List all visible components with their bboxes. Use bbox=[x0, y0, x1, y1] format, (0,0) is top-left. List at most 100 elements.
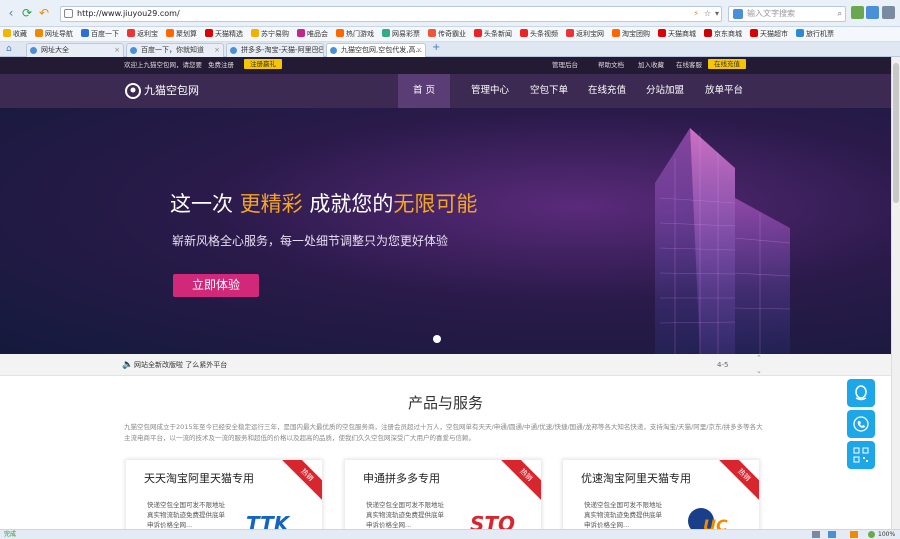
star-icon[interactable]: ☆ bbox=[704, 7, 711, 21]
hot-badge: 热销 bbox=[717, 460, 759, 502]
headline-part-3: 成就您的 bbox=[309, 192, 394, 216]
tab-0[interactable]: 网址大全 × bbox=[26, 43, 124, 57]
back-icon[interactable]: ‹ bbox=[4, 6, 18, 20]
bookmark-item[interactable]: 百度一下 bbox=[78, 27, 124, 41]
close-icon[interactable]: × bbox=[214, 44, 220, 57]
address-bar[interactable]: http://www.jiuyou29.com/ ⚡ ☆ ▾ bbox=[60, 6, 722, 22]
product-card-ttk[interactable]: 天天淘宝阿里天猫专用 快递空包全国可发不限地址 真实物流轨迹免费提供底单 申诉价… bbox=[125, 459, 323, 539]
notification-icon[interactable] bbox=[850, 531, 858, 538]
bookmark-item[interactable]: 旅行机票 bbox=[793, 27, 839, 41]
bookmark-item[interactable]: 头条视频 bbox=[517, 27, 563, 41]
bookmark-item[interactable]: 苏宁易购 bbox=[248, 27, 294, 41]
grid-icon[interactable] bbox=[866, 6, 879, 19]
register-button[interactable]: 注册赢礼 bbox=[244, 59, 282, 69]
tab-1[interactable]: 百度一下，你就知道 × bbox=[126, 43, 224, 57]
speaker-icon[interactable] bbox=[812, 531, 820, 538]
tab-favicon bbox=[330, 47, 337, 54]
bookmark-favicon-icon bbox=[428, 29, 436, 37]
tab-2[interactable]: 拼多多-淘宝-天猫-阿里巴巴 × bbox=[226, 43, 324, 57]
bookmark-favicon-icon bbox=[81, 29, 89, 37]
bookmark-favicon-icon bbox=[566, 29, 574, 37]
support-link[interactable]: 在线客服 bbox=[676, 57, 702, 74]
nav-franchise[interactable]: 分站加盟 bbox=[637, 74, 693, 108]
close-icon[interactable]: × bbox=[314, 44, 320, 57]
admin-link[interactable]: 管理后台 bbox=[552, 57, 578, 74]
bookmark-item[interactable]: 返利宝网 bbox=[563, 27, 609, 41]
card-title: 优速淘宝阿里天猫专用 bbox=[581, 472, 691, 485]
zoom-level[interactable]: 100% bbox=[878, 530, 895, 539]
headline-part-1: 这一次 bbox=[170, 192, 233, 216]
url-text: http://www.jiuyou29.com/ bbox=[77, 9, 180, 18]
search-icon[interactable]: ⌕ bbox=[838, 7, 842, 21]
qq-button[interactable] bbox=[847, 379, 875, 407]
nav-home[interactable]: 首 页 bbox=[398, 74, 450, 108]
notice-text[interactable]: 网站全新改版啦 了么紧外平台 bbox=[134, 354, 227, 376]
nav-recharge[interactable]: 在线充值 bbox=[579, 74, 635, 108]
nav-platform[interactable]: 放单平台 bbox=[696, 74, 752, 108]
tabs-bar: ⌂ 网址大全 × 百度一下，你就知道 × 拼多多-淘宝-天猫-阿里巴巴 × 九猫空包网… bbox=[0, 42, 900, 57]
undo-icon[interactable]: ↶ bbox=[37, 6, 51, 20]
recharge-button[interactable]: 在线充值 bbox=[708, 59, 746, 69]
product-card-uc[interactable]: 优速淘宝阿里天猫专用 快递空包全国可发不限地址 真实物流轨迹免费提供底单 申诉价… bbox=[562, 459, 760, 539]
refresh-icon[interactable]: ⟳ bbox=[20, 6, 34, 20]
bookmark-favicon-icon bbox=[796, 29, 804, 37]
side-float-panel bbox=[847, 379, 875, 472]
qrcode-button[interactable] bbox=[847, 441, 875, 469]
download-icon[interactable] bbox=[828, 531, 836, 538]
menu-icon[interactable] bbox=[882, 6, 895, 19]
bookmark-item[interactable]: 网址导航 bbox=[32, 27, 78, 41]
lightning-icon[interactable]: ⚡ bbox=[693, 7, 699, 21]
bookmark-favicon-icon bbox=[35, 29, 43, 37]
page-icon bbox=[64, 9, 73, 18]
close-icon[interactable]: × bbox=[114, 44, 120, 57]
zoom-icon[interactable] bbox=[868, 531, 875, 538]
qrcode-icon bbox=[853, 447, 869, 463]
page-scrollbar[interactable] bbox=[891, 57, 900, 529]
scrollbar-thumb[interactable] bbox=[893, 63, 899, 203]
bookmark-item[interactable]: 聚划算 bbox=[163, 27, 202, 41]
nav-order[interactable]: 空包下单 bbox=[521, 74, 577, 108]
tab-favicon bbox=[30, 47, 37, 54]
close-icon[interactable]: × bbox=[416, 44, 422, 57]
hero-subtitle: 崭新风格全心服务，每一处细节调整只为您更好体验 bbox=[172, 234, 449, 248]
carousel-dot[interactable] bbox=[433, 335, 441, 343]
browser-toolbar: ‹ ⟳ ↶ http://www.jiuyou29.com/ ⚡ ☆ ▾ 输入文… bbox=[0, 0, 900, 27]
hero-banner: 这一次 更精彩 成就您的无限可能 崭新风格全心服务，每一处细节调整只为您更好体验… bbox=[0, 108, 891, 354]
building-illustration bbox=[655, 128, 791, 354]
bookmark-item[interactable]: 唯品会 bbox=[294, 27, 333, 41]
home-icon[interactable]: ⌂ bbox=[6, 44, 16, 54]
bookmark-item[interactable]: 收藏 bbox=[0, 27, 32, 41]
bookmark-item[interactable]: 热门游戏 bbox=[333, 27, 379, 41]
bookmark-item[interactable]: 京东商城 bbox=[701, 27, 747, 41]
favorite-link[interactable]: 加入收藏 bbox=[638, 57, 664, 74]
new-tab-icon[interactable]: + bbox=[432, 42, 440, 53]
search-input[interactable]: 输入文字搜索 ⌕ bbox=[728, 6, 846, 22]
dropdown-icon[interactable]: ▾ bbox=[715, 7, 719, 21]
product-card-sto[interactable]: 申通拼多多专用 快递空包全国可发不限地址 真实物流轨迹免费提供底单 申诉价格全网… bbox=[344, 459, 542, 539]
nav-admin[interactable]: 管理中心 bbox=[462, 74, 518, 108]
help-link[interactable]: 帮助文档 bbox=[598, 57, 624, 74]
bookmark-item[interactable]: 天猫商城 bbox=[655, 27, 701, 41]
bookmark-item[interactable]: 传奇霸业 bbox=[425, 27, 471, 41]
card-desc: 快递空包全国可发不限地址 真实物流轨迹免费提供底单 申诉价格全网... bbox=[147, 501, 225, 529]
bookmark-favicon-icon bbox=[612, 29, 620, 37]
bookmark-item[interactable]: 淘宝团购 bbox=[609, 27, 655, 41]
cta-button[interactable]: 立即体验 bbox=[173, 274, 259, 297]
search-engine-icon[interactable] bbox=[733, 9, 743, 19]
bookmark-favicon-icon bbox=[205, 29, 213, 37]
welcome-text: 欢迎上九猫空包网，请您要 bbox=[124, 61, 202, 69]
bookmark-item[interactable]: 头条新闻 bbox=[471, 27, 517, 41]
logo-text[interactable]: 九猫空包网 bbox=[144, 74, 199, 108]
bookmark-item[interactable]: 返利宝 bbox=[124, 27, 163, 41]
extension-icon[interactable] bbox=[851, 6, 864, 19]
bookmark-item[interactable]: 天猫超市 bbox=[747, 27, 793, 41]
tab-favicon bbox=[230, 47, 237, 54]
phone-button[interactable] bbox=[847, 410, 875, 438]
tab-3[interactable]: 九猫空包网,空包代发,高... × bbox=[326, 43, 426, 57]
bookmark-item[interactable]: 网易彩票 bbox=[379, 27, 425, 41]
bookmark-favicon-icon bbox=[166, 29, 174, 37]
login-link[interactable]: 免费注册 bbox=[208, 57, 234, 74]
bookmark-item[interactable]: 天猫精选 bbox=[202, 27, 248, 41]
card-title: 天天淘宝阿里天猫专用 bbox=[144, 472, 254, 485]
search-placeholder: 输入文字搜索 bbox=[747, 9, 795, 18]
